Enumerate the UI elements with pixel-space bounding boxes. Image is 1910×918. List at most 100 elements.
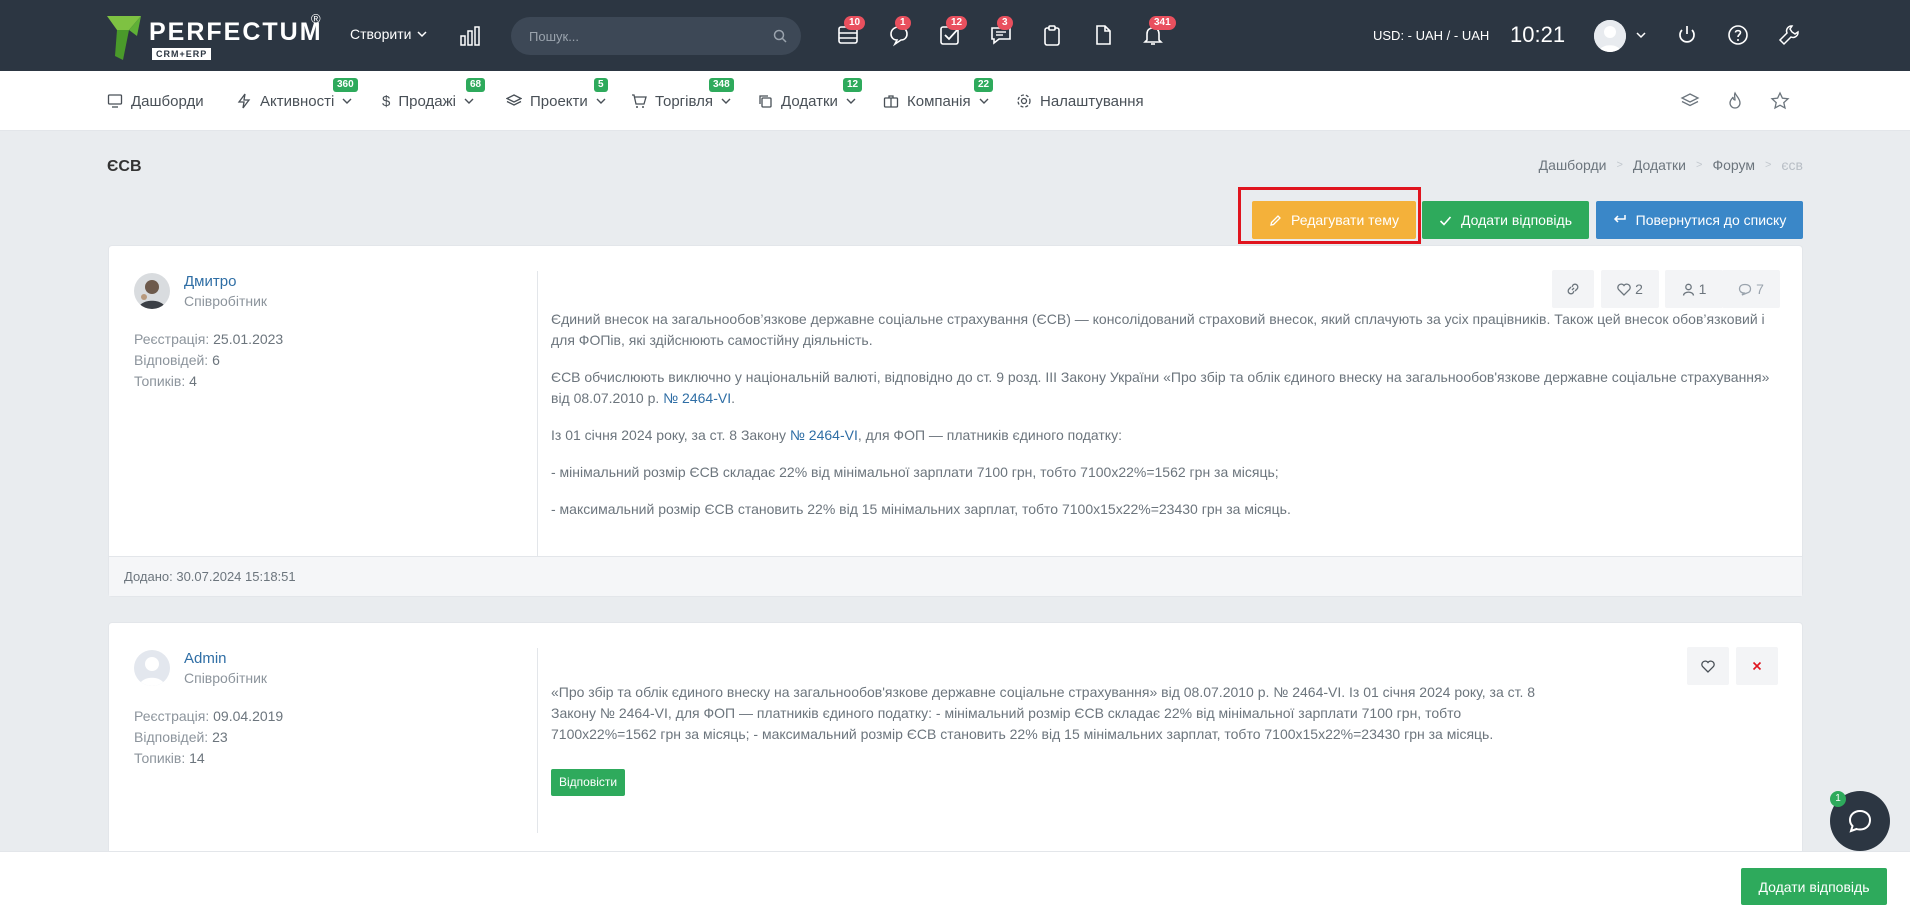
breadcrumb-current: єсв [1781, 157, 1803, 173]
menu-item-label: Додатки [781, 92, 838, 110]
chevron-down-icon [464, 98, 474, 104]
chevron-down-icon [721, 98, 731, 104]
breadcrumb-addons[interactable]: Додатки [1633, 157, 1686, 173]
post-paragraph: Із 01 січня 2024 року, за ст. 8 Закону №… [551, 425, 1791, 446]
post-footer: Додано: 30.07.2024 15:18:51 [109, 556, 1802, 596]
layers-icon[interactable] [1680, 91, 1700, 111]
chevron-down-icon [342, 98, 352, 104]
menu-item-addons[interactable]: Додатки 12 [757, 71, 863, 131]
post-content: Єдиний внесок на загальнообов’язкове дер… [551, 309, 1791, 536]
chevron-down-icon[interactable] [1636, 30, 1646, 40]
tasks-check-icon[interactable]: 12 [938, 16, 968, 47]
comment-icon [1738, 283, 1752, 296]
menu-item-company[interactable]: Компанія 22 [883, 71, 994, 131]
bar-chart-icon[interactable] [460, 26, 482, 46]
menu-item-settings[interactable]: Налаштування [1016, 71, 1144, 131]
menu-item-dashboards[interactable]: Дашборди [107, 71, 204, 131]
back-to-list-button[interactable]: Повернутися до списку [1596, 201, 1803, 239]
menu-item-trade[interactable]: Торгівля 348 [631, 71, 734, 131]
author-stats: Реєстрація: 25.01.2023 Відповідей: 6 Топ… [134, 329, 283, 392]
law-link[interactable]: № 2464-VI [790, 427, 858, 443]
breadcrumb-separator: > [1764, 159, 1772, 171]
author-stats: Реєстрація: 09.04.2019 Відповідей: 23 То… [134, 706, 283, 769]
like-button[interactable] [1687, 647, 1729, 685]
user-avatar[interactable] [1594, 20, 1626, 52]
check-icon [1439, 215, 1452, 226]
post-text: . [731, 390, 735, 406]
bolt-icon [237, 93, 251, 109]
search-icon[interactable] [773, 29, 787, 43]
heart-icon [1617, 282, 1631, 296]
badge: 68 [466, 78, 486, 92]
messages-icon[interactable]: 3 [989, 16, 1013, 47]
top-navbar: PERFECTUM ® CRM+ERP Створити 10 1 12 3 [0, 0, 1910, 71]
reg-date: 25.01.2023 [213, 331, 284, 347]
badge: 5 [594, 78, 608, 92]
menu-item-label: Проекти [530, 92, 588, 110]
author-name[interactable]: Admin [184, 650, 227, 667]
author-avatar[interactable] [134, 273, 170, 309]
reg-label: Реєстрація: [134, 331, 210, 347]
post-content: «Про збір та облік єдиного внеску на заг… [551, 682, 1556, 761]
participants-count: 1 [1698, 281, 1707, 297]
participants-button[interactable]: 1 [1665, 270, 1723, 308]
bell-icon[interactable]: 341 [1141, 16, 1176, 47]
comments-count: 7 [1756, 281, 1764, 297]
post-paragraph: - мінімальний розмір ЄСВ складає 22% від… [551, 464, 1279, 480]
document-icon[interactable] [1091, 23, 1115, 47]
badge: 348 [709, 78, 734, 92]
delete-button[interactable] [1736, 647, 1778, 685]
logo-text: PERFECTUM [149, 18, 323, 46]
fire-icon[interactable] [1725, 91, 1745, 111]
main-menu: Дашборди Активності 360 $ Продажі 68 Про… [0, 71, 1910, 131]
close-icon [1752, 661, 1762, 671]
menu-item-projects[interactable]: Проекти 5 [506, 71, 608, 131]
calendar-grid-icon[interactable]: 10 [836, 16, 866, 47]
chat-badge: 1 [1830, 791, 1846, 807]
answers-label: Відповідей: [134, 729, 209, 745]
monitor-icon [107, 94, 123, 108]
add-reply-bottom-button[interactable]: Додати відповідь [1741, 868, 1887, 905]
comments-button[interactable]: 7 [1722, 270, 1780, 308]
topics-count: 4 [189, 373, 197, 389]
dollar-icon: $ [382, 92, 391, 110]
breadcrumb-dashboards[interactable]: Дашборди [1539, 157, 1607, 173]
edit-topic-label: Редагувати тему [1291, 212, 1399, 228]
star-icon[interactable] [1770, 91, 1790, 111]
logo-registered: ® [311, 11, 321, 26]
wrench-icon[interactable] [1778, 24, 1800, 46]
law-link[interactable]: № 2464-VI [663, 390, 731, 406]
author-name[interactable]: Дмитро [184, 273, 236, 290]
help-icon[interactable] [1727, 24, 1749, 46]
author-role: Співробітник [184, 293, 268, 309]
menu-item-label: Продажі [398, 92, 456, 110]
edit-topic-button[interactable]: Редагувати тему [1252, 201, 1416, 239]
power-icon[interactable] [1676, 24, 1698, 46]
chat-icon[interactable]: 1 [887, 16, 911, 47]
menu-item-activities[interactable]: Активності 360 [236, 71, 358, 131]
answers-count: 23 [212, 729, 228, 745]
reply-button[interactable]: Відповісти [551, 769, 626, 796]
page-title: ЄСВ [107, 158, 142, 175]
chevron-down-icon [979, 98, 989, 104]
menu-item-sales[interactable]: $ Продажі 68 [382, 71, 486, 131]
layers-icon [506, 94, 522, 106]
breadcrumb-forum[interactable]: Форум [1712, 157, 1755, 173]
like-button[interactable]: 2 [1601, 270, 1659, 308]
create-menu[interactable]: Створити [350, 26, 427, 42]
answers-count: 6 [212, 352, 220, 368]
bottom-action-bar: Додати відповідь [0, 851, 1910, 918]
chevron-down-icon [596, 98, 606, 104]
clipboard-icon[interactable] [1040, 23, 1064, 47]
copy-link-button[interactable] [1552, 270, 1594, 308]
back-to-list-label: Повернутися до списку [1635, 212, 1787, 228]
link-icon [1567, 283, 1579, 295]
gear-icon [1017, 94, 1031, 108]
search-input[interactable] [529, 17, 759, 55]
topics-count: 14 [189, 750, 205, 766]
author-role: Співробітник [184, 670, 268, 686]
add-reply-button[interactable]: Додати відповідь [1422, 201, 1589, 239]
badge: 10 [844, 16, 866, 30]
author-avatar[interactable] [134, 650, 170, 686]
breadcrumb-separator: > [1696, 159, 1703, 171]
